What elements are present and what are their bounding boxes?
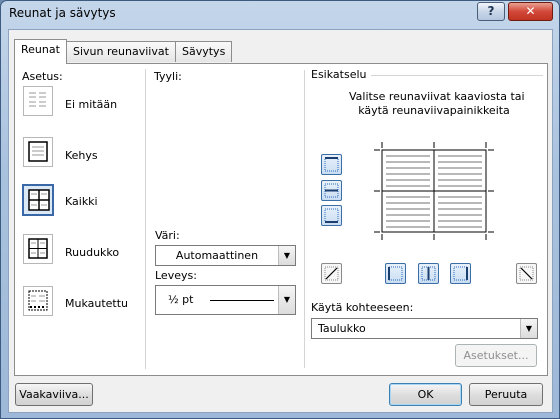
- setting-box-icon-graphic: [28, 141, 48, 162]
- title-bar[interactable]: Reunat ja sävytys: [1, 1, 559, 29]
- window-title: Reunat ja sävytys: [9, 6, 116, 20]
- tab-label: Reunat: [21, 43, 60, 56]
- dialog-window: Reunat ja sävytys ? ✕ Reunat Sivun reuna…: [0, 0, 560, 419]
- color-value: Automaattinen: [175, 249, 259, 262]
- right-border-icon: [453, 266, 468, 281]
- column-separator: [304, 70, 305, 368]
- ok-button[interactable]: OK: [389, 383, 462, 406]
- diagonal-down-icon: [519, 266, 534, 281]
- setting-custom-icon[interactable]: [23, 286, 53, 316]
- chevron-down-icon[interactable]: ▼: [520, 319, 537, 338]
- setting-none-label: Ei mitään: [65, 98, 118, 111]
- help-button[interactable]: ?: [477, 2, 505, 21]
- setting-grid-icon-graphic: [28, 238, 48, 259]
- width-combobox[interactable]: ½ pt ▼: [155, 285, 296, 315]
- preview-diagram[interactable]: [374, 142, 494, 240]
- options-button[interactable]: Asetukset...: [455, 344, 537, 367]
- preview-header-line: [371, 75, 543, 76]
- preview-table-graphic: [374, 142, 494, 240]
- color-label: Väri:: [155, 229, 180, 242]
- apply-to-combobox[interactable]: Taulukko ▼: [311, 318, 538, 339]
- inside-vertical-border-button[interactable]: [418, 263, 439, 284]
- setting-all-icon[interactable]: [22, 184, 54, 216]
- left-border-button[interactable]: [385, 263, 406, 284]
- setting-grid-icon[interactable]: [23, 234, 53, 264]
- color-combobox[interactable]: Automaattinen ▼: [155, 245, 296, 266]
- inside-horizontal-border-icon: [324, 183, 339, 198]
- tab-sivun-reunaviivat[interactable]: Sivun reunaviivat: [66, 41, 176, 62]
- chevron-down-icon[interactable]: ▼: [278, 246, 295, 265]
- setting-label: Asetus:: [22, 70, 63, 83]
- bottom-border-button[interactable]: [321, 205, 342, 226]
- setting-none-icon-graphic: [29, 92, 46, 107]
- tab-label: Sivun reunaviivat: [73, 45, 169, 58]
- top-border-icon: [324, 157, 339, 172]
- preview-label: Esikatselu: [311, 68, 367, 81]
- setting-box-icon[interactable]: [23, 137, 53, 167]
- width-line-sample: [210, 300, 274, 301]
- width-value: ½ pt: [168, 293, 194, 306]
- width-label: Leveys:: [155, 269, 197, 282]
- setting-all-icon-graphic: [28, 189, 50, 211]
- preview-instructions-line1: Valitse reunaviivat kaaviosta tai: [349, 90, 525, 103]
- style-label: Tyyli:: [154, 70, 182, 83]
- setting-none-icon[interactable]: [23, 86, 53, 116]
- setting-box-label: Kehys: [65, 149, 98, 162]
- right-border-button[interactable]: [450, 263, 471, 284]
- tab-reunat[interactable]: Reunat: [14, 39, 67, 64]
- horizontal-line-button[interactable]: Vaakaviiva...: [15, 383, 93, 406]
- diagonal-down-border-button[interactable]: [321, 263, 342, 284]
- top-border-button[interactable]: [321, 154, 342, 175]
- setting-custom-label: Mukautettu: [65, 297, 129, 310]
- apply-to-value: Taulukko: [318, 322, 366, 335]
- left-border-icon: [388, 266, 403, 281]
- setting-grid-label: Ruudukko: [65, 246, 120, 259]
- inside-horizontal-border-button[interactable]: [321, 180, 342, 201]
- dialog-client-area: Reunat Sivun reunaviivat Sävytys Asetus:…: [8, 29, 553, 413]
- bottom-border-icon: [324, 208, 339, 223]
- chevron-down-icon[interactable]: ▼: [278, 286, 295, 314]
- cancel-button[interactable]: Peruuta: [469, 383, 543, 406]
- close-button[interactable]: ✕: [508, 2, 553, 21]
- diagonal-up-icon: [324, 266, 339, 281]
- apply-to-label: Käytä kohteeseen:: [311, 301, 414, 314]
- tab-savytys[interactable]: Sävytys: [175, 41, 233, 62]
- inside-vertical-border-icon: [421, 266, 436, 281]
- preview-instructions-line2: käytä reunaviivapainikkeita: [358, 104, 510, 117]
- setting-custom-icon-graphic: [28, 290, 48, 311]
- setting-all-label: Kaikki: [65, 195, 98, 208]
- tab-label: Sävytys: [182, 45, 226, 58]
- diagonal-up-border-button[interactable]: [516, 263, 537, 284]
- column-separator: [145, 69, 146, 369]
